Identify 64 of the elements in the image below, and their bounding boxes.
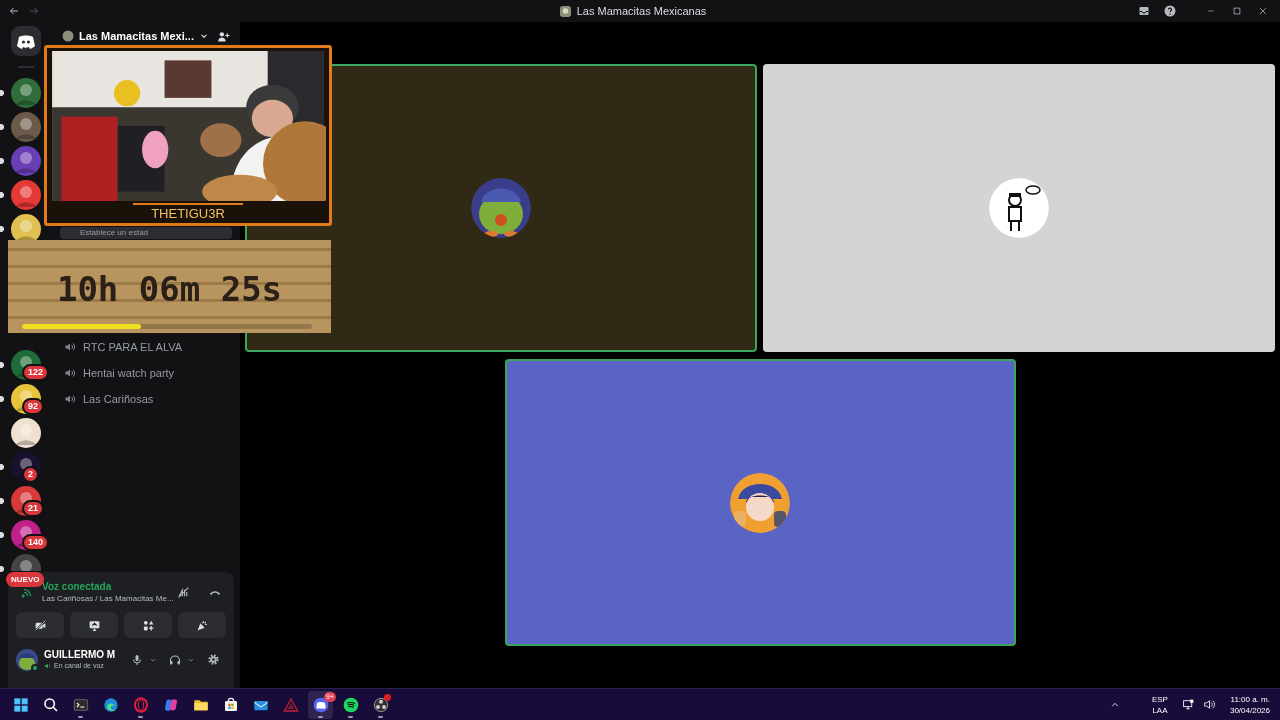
- server-avatar[interactable]: [11, 146, 41, 176]
- language-code: ESP: [1151, 693, 1168, 705]
- user-name[interactable]: GUILLERMO M: [44, 648, 125, 661]
- screen-share-button[interactable]: [70, 612, 118, 638]
- noise-suppression-icon[interactable]: [177, 585, 190, 599]
- server-avatar[interactable]: [11, 180, 41, 210]
- server-avatar[interactable]: [11, 78, 41, 108]
- server-avatar[interactable]: [11, 418, 41, 448]
- server-name[interactable]: Las Mamacitas Mexi...: [79, 27, 194, 45]
- camera-off-button[interactable]: [16, 612, 64, 638]
- voice-channel[interactable]: RTC PARA EL ALVA: [83, 338, 183, 356]
- obs-icon: [372, 696, 389, 713]
- status-field[interactable]: Establece un estad: [60, 227, 232, 239]
- speaker-icon: [64, 367, 76, 379]
- voice-channel[interactable]: Las Cariñosas: [83, 390, 154, 408]
- voice-channel[interactable]: Hentai watch party: [83, 364, 175, 382]
- speaker-icon: [64, 393, 76, 405]
- notification-badge: 2: [22, 466, 39, 483]
- maximize-icon[interactable]: [1232, 6, 1242, 16]
- back-arrow-icon[interactable]: [8, 5, 20, 17]
- terminal-icon: [72, 696, 89, 713]
- timer-text: 10h 06m 25s: [56, 268, 283, 311]
- opera-browser-icon: [132, 696, 149, 713]
- keyboard-layout: LAA: [1152, 704, 1168, 716]
- spotify-icon: [342, 696, 359, 713]
- server-avatar[interactable]: [11, 112, 41, 142]
- screen-share-icon: [87, 618, 101, 632]
- settings-icon[interactable]: [207, 653, 220, 667]
- signal-icon[interactable]: [22, 586, 34, 598]
- clock-date[interactable]: 30/04/2026: [1229, 704, 1270, 716]
- voice-status[interactable]: Voz conectada: [42, 580, 169, 593]
- headphones-icon[interactable]: [169, 653, 181, 666]
- invite-icon[interactable]: [217, 29, 230, 43]
- speaker-icon: [44, 662, 52, 671]
- activities-icon: [141, 618, 155, 632]
- video-tile[interactable]: [504, 359, 1016, 646]
- notification-badge: 140: [22, 534, 50, 551]
- microphone-icon[interactable]: [131, 653, 143, 666]
- help-icon[interactable]: [1164, 5, 1176, 17]
- soundboard-icon: [195, 618, 209, 632]
- edge-browser-icon: [102, 696, 119, 713]
- clock-time[interactable]: 11:00 a. m.: [1230, 693, 1270, 705]
- speaker-icon: [64, 341, 76, 353]
- store-icon: [222, 696, 239, 713]
- notification-badge: 92: [22, 398, 44, 415]
- notification-badge: 122: [22, 364, 50, 381]
- close-icon[interactable]: [1258, 6, 1268, 16]
- video-tile[interactable]: [763, 64, 1275, 352]
- discord-home-icon[interactable]: [11, 26, 41, 56]
- volume-icon[interactable]: [1202, 698, 1216, 711]
- server-icon: [559, 5, 571, 17]
- network-icon[interactable]: [1181, 698, 1195, 711]
- camera-off-icon: [33, 618, 47, 632]
- inbox-icon[interactable]: [1138, 5, 1150, 17]
- window-title: Las Mamacitas Mexicanas: [576, 3, 707, 19]
- search-icon: [42, 696, 59, 713]
- windows-start-icon: [12, 696, 29, 713]
- copilot-icon: [162, 696, 179, 713]
- soundboard-button[interactable]: [178, 612, 226, 638]
- server-icon: [62, 30, 74, 42]
- activities-button[interactable]: [124, 612, 172, 638]
- notification-badge: 21: [22, 500, 44, 517]
- triangle-icon: [282, 696, 299, 713]
- language-indicator[interactable]: ESP LAA: [1151, 693, 1168, 716]
